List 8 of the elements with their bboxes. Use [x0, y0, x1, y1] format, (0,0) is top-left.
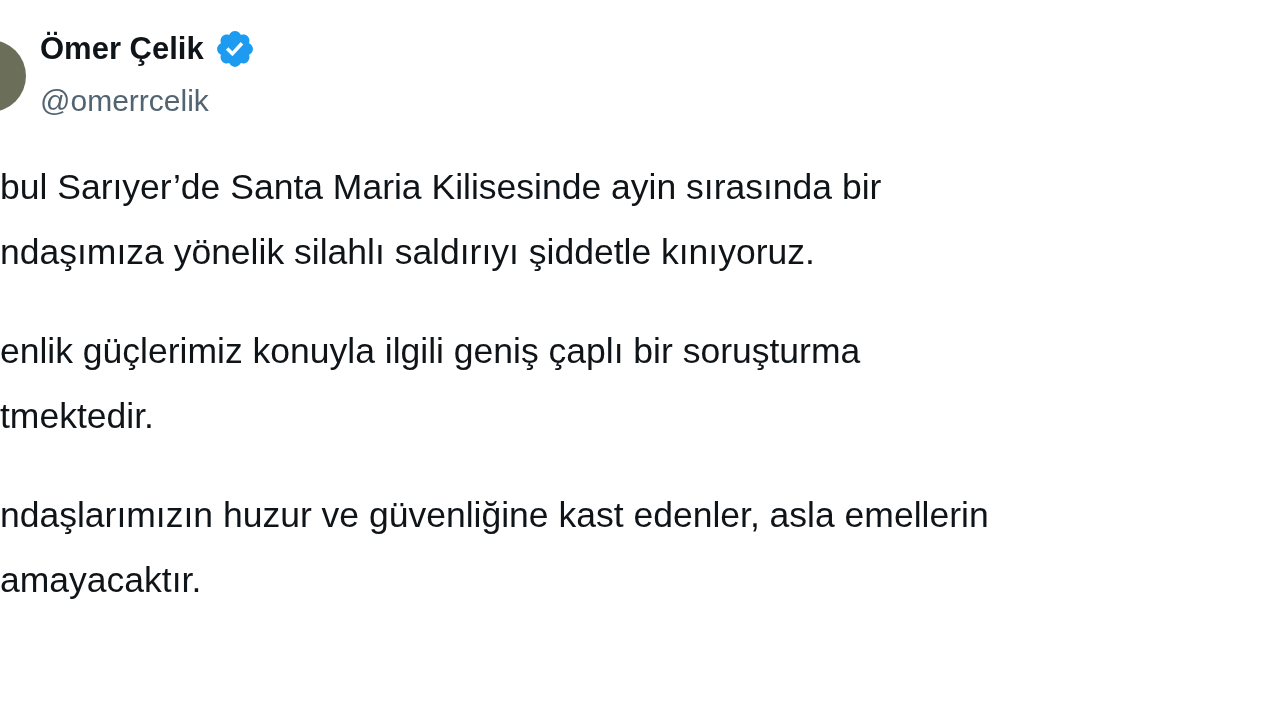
post-text-line: enlik güçlerimiz konuyla ilgili geniş çaplı bir soruşturma — [0, 330, 862, 373]
post-text-line: bul Sarıyer’de Santa Maria Kilisesinde ayin sırasında bir — [0, 166, 883, 209]
author-handle[interactable]: @omerrcelik — [40, 84, 256, 118]
post-text-line: ndaşlarımızın huzur ve güvenliğine kast edenler, asla emellerin — [0, 494, 990, 537]
post-text-line: tmektedir. — [0, 395, 155, 438]
post-text-line: ndaşımıza yönelik silahlı saldırıyı şiddetle kınıyoruz. — [0, 231, 816, 274]
author-name[interactable]: Ömer Çelik — [40, 31, 204, 67]
post-text-line: amayacaktır. — [0, 559, 203, 602]
